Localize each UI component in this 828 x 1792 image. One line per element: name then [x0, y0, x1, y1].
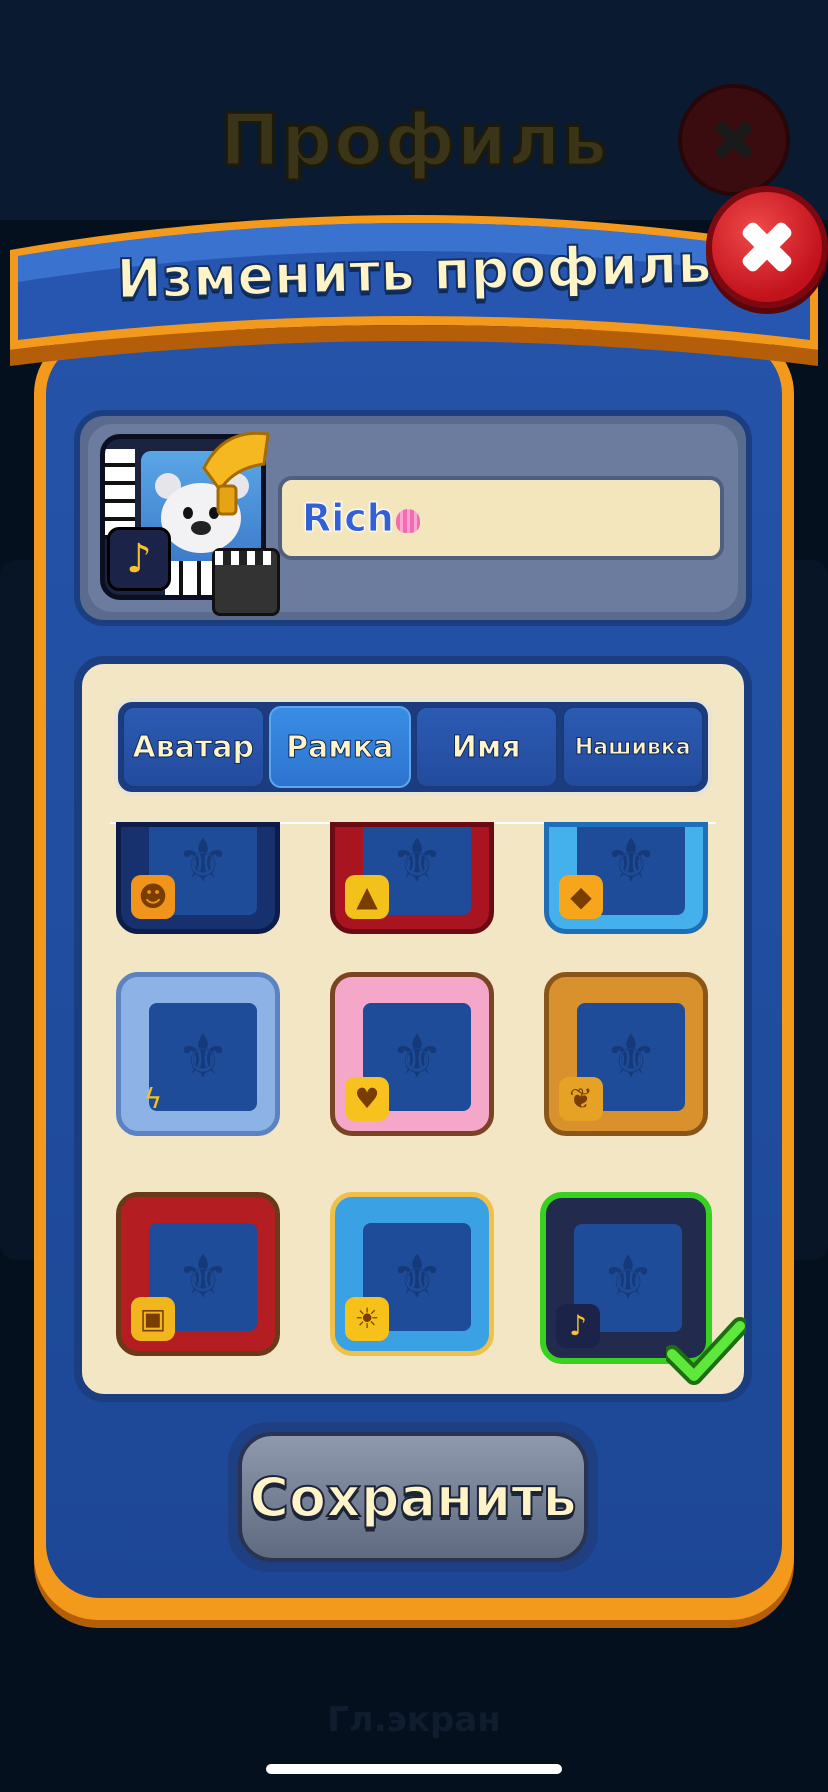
music-note-icon: ♪	[107, 527, 171, 591]
sun-icon: ☀	[345, 1297, 389, 1341]
clapper-icon	[212, 548, 280, 616]
frame-option-pool-beach[interactable]: ⚜ ☀	[330, 1192, 494, 1356]
lightning-icon: ϟ	[143, 1082, 163, 1115]
customization-tabs: Аватар Рамка Имя Нашивка	[114, 698, 712, 796]
background-bottom-label: Гл.экран	[327, 1700, 501, 1740]
tab-name[interactable]: Имя	[415, 706, 558, 788]
frame-option-ice-snow[interactable]: ⚜ ◆	[544, 822, 708, 934]
frame-option-theater-curtain[interactable]: ⚜ ▣	[116, 1192, 280, 1356]
frame-option-candy-sweets[interactable]: ⚜ ♥	[330, 972, 494, 1136]
tab-avatar[interactable]: Аватар	[122, 706, 265, 788]
player-name: Rich	[302, 496, 420, 541]
shell-icon	[395, 508, 420, 533]
frame-option-christmas-lights[interactable]: ⚜ ▲	[330, 822, 494, 934]
close-button[interactable]	[706, 186, 828, 308]
player-name-field[interactable]: Rich	[278, 476, 724, 560]
frame-option-easter-basket[interactable]: ⚜ ❦	[544, 972, 708, 1136]
tab-patch[interactable]: Нашивка	[561, 706, 704, 788]
clapper-icon: ▣	[131, 1297, 175, 1341]
modal-banner: Изменить профиль	[10, 190, 818, 410]
trumpet-icon	[202, 431, 270, 516]
save-button-label: Сохранить	[248, 1465, 577, 1530]
tab-frame[interactable]: Рамка	[268, 706, 411, 788]
music-note-icon: ♪	[556, 1304, 600, 1348]
frame-option-halloween-storm[interactable]: ⚜ ☻	[116, 822, 280, 934]
piano-keys-icon	[105, 449, 135, 539]
background-close-icon	[678, 84, 790, 196]
home-indicator[interactable]	[266, 1764, 562, 1774]
tree-icon: ▲	[345, 875, 389, 919]
leaf-icon: ❦	[559, 1077, 603, 1121]
diamond-icon: ◆	[559, 875, 603, 919]
heart-icon: ♥	[345, 1077, 389, 1121]
frame-option-storm-cloud[interactable]: ⚜ ϟ	[116, 972, 280, 1136]
pumpkin-icon: ☻	[131, 875, 175, 919]
checkmark-icon	[666, 1317, 746, 1385]
